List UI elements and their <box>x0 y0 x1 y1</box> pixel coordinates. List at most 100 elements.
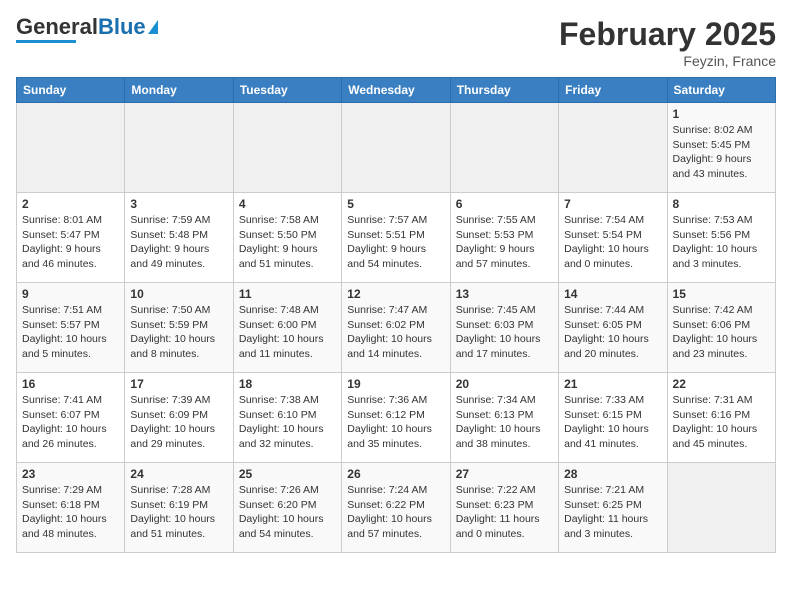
day-number: 13 <box>456 287 553 301</box>
day-number: 20 <box>456 377 553 391</box>
day-number: 26 <box>347 467 444 481</box>
day-info: Sunrise: 7:38 AM Sunset: 6:10 PM Dayligh… <box>239 393 336 452</box>
day-info: Sunrise: 7:44 AM Sunset: 6:05 PM Dayligh… <box>564 303 661 362</box>
calendar-cell: 15 Sunrise: 7:42 AM Sunset: 6:06 PM Dayli… <box>667 283 775 373</box>
month-title: February 2025 <box>559 16 776 53</box>
day-info: Sunrise: 8:01 AM Sunset: 5:47 PM Dayligh… <box>22 213 119 272</box>
day-info: Sunrise: 7:51 AM Sunset: 5:57 PM Dayligh… <box>22 303 119 362</box>
day-info: Sunrise: 7:28 AM Sunset: 6:19 PM Dayligh… <box>130 483 227 542</box>
calendar-cell: 11 Sunrise: 7:48 AM Sunset: 6:00 PM Dayli… <box>233 283 341 373</box>
calendar-week-row: 9 Sunrise: 7:51 AM Sunset: 5:57 PM Daylig… <box>17 283 776 373</box>
calendar-cell: 18Sunrise: 7:38 AM Sunset: 6:10 PM Dayli… <box>233 373 341 463</box>
calendar-table: SundayMondayTuesdayWednesdayThursdayFrid… <box>16 77 776 553</box>
day-info: Sunrise: 7:39 AM Sunset: 6:09 PM Dayligh… <box>130 393 227 452</box>
calendar-cell: 7 Sunrise: 7:54 AM Sunset: 5:54 PM Daylig… <box>559 193 667 283</box>
calendar-week-row: 1 Sunrise: 8:02 AM Sunset: 5:45 PM Daylig… <box>17 103 776 193</box>
calendar-day-header: Thursday <box>450 78 558 103</box>
calendar-cell: 10Sunrise: 7:50 AM Sunset: 5:59 PM Dayli… <box>125 283 233 373</box>
calendar-cell: 21Sunrise: 7:33 AM Sunset: 6:15 PM Dayli… <box>559 373 667 463</box>
logo-general-text: General <box>16 14 98 39</box>
calendar-cell: 9 Sunrise: 7:51 AM Sunset: 5:57 PM Daylig… <box>17 283 125 373</box>
calendar-day-header: Friday <box>559 78 667 103</box>
calendar-cell: 26 Sunrise: 7:24 AM Sunset: 6:22 PM Dayli… <box>342 463 450 553</box>
day-number: 28 <box>564 467 661 481</box>
day-number: 4 <box>239 197 336 211</box>
day-number: 9 <box>22 287 119 301</box>
calendar-day-header: Wednesday <box>342 78 450 103</box>
day-info: Sunrise: 7:34 AM Sunset: 6:13 PM Dayligh… <box>456 393 553 452</box>
calendar-day-header: Tuesday <box>233 78 341 103</box>
day-info: Sunrise: 8:02 AM Sunset: 5:45 PM Dayligh… <box>673 123 770 182</box>
day-number: 19 <box>347 377 444 391</box>
day-info: Sunrise: 7:58 AM Sunset: 5:50 PM Dayligh… <box>239 213 336 272</box>
logo-blue-text: Blue <box>98 14 146 39</box>
calendar-cell <box>450 103 558 193</box>
day-number: 22 <box>673 377 770 391</box>
day-number: 1 <box>673 107 770 121</box>
day-info: Sunrise: 7:48 AM Sunset: 6:00 PM Dayligh… <box>239 303 336 362</box>
day-info: Sunrise: 7:41 AM Sunset: 6:07 PM Dayligh… <box>22 393 119 452</box>
calendar-cell: 2 Sunrise: 8:01 AM Sunset: 5:47 PM Daylig… <box>17 193 125 283</box>
day-number: 23 <box>22 467 119 481</box>
day-info: Sunrise: 7:45 AM Sunset: 6:03 PM Dayligh… <box>456 303 553 362</box>
calendar-cell: 8Sunrise: 7:53 AM Sunset: 5:56 PM Daylig… <box>667 193 775 283</box>
calendar-cell: 3Sunrise: 7:59 AM Sunset: 5:48 PM Daylig… <box>125 193 233 283</box>
location-label: Feyzin, France <box>559 53 776 69</box>
calendar-cell <box>125 103 233 193</box>
calendar-cell <box>667 463 775 553</box>
calendar-cell: 27 Sunrise: 7:22 AM Sunset: 6:23 PM Dayli… <box>450 463 558 553</box>
calendar-header-row: SundayMondayTuesdayWednesdayThursdayFrid… <box>17 78 776 103</box>
day-number: 11 <box>239 287 336 301</box>
day-info: Sunrise: 7:29 AM Sunset: 6:18 PM Dayligh… <box>22 483 119 542</box>
calendar-cell: 28 Sunrise: 7:21 AM Sunset: 6:25 PM Dayli… <box>559 463 667 553</box>
calendar-day-header: Saturday <box>667 78 775 103</box>
page-header: GeneralBlue February 2025 Feyzin, France <box>16 16 776 69</box>
day-number: 5 <box>347 197 444 211</box>
day-info: Sunrise: 7:50 AM Sunset: 5:59 PM Dayligh… <box>130 303 227 362</box>
day-info: Sunrise: 7:26 AM Sunset: 6:20 PM Dayligh… <box>239 483 336 542</box>
day-info: Sunrise: 7:31 AM Sunset: 6:16 PM Dayligh… <box>673 393 770 452</box>
logo: GeneralBlue <box>16 16 158 43</box>
day-number: 2 <box>22 197 119 211</box>
calendar-cell <box>559 103 667 193</box>
day-number: 6 <box>456 197 553 211</box>
calendar-cell: 5 Sunrise: 7:57 AM Sunset: 5:51 PM Daylig… <box>342 193 450 283</box>
day-number: 14 <box>564 287 661 301</box>
logo-underline <box>16 40 76 43</box>
day-info: Sunrise: 7:21 AM Sunset: 6:25 PM Dayligh… <box>564 483 661 542</box>
day-info: Sunrise: 7:36 AM Sunset: 6:12 PM Dayligh… <box>347 393 444 452</box>
logo-triangle-icon <box>148 20 158 34</box>
calendar-cell: 13 Sunrise: 7:45 AM Sunset: 6:03 PM Dayli… <box>450 283 558 373</box>
calendar-cell: 1 Sunrise: 8:02 AM Sunset: 5:45 PM Daylig… <box>667 103 775 193</box>
calendar-cell: 12Sunrise: 7:47 AM Sunset: 6:02 PM Dayli… <box>342 283 450 373</box>
day-info: Sunrise: 7:54 AM Sunset: 5:54 PM Dayligh… <box>564 213 661 272</box>
calendar-cell: 14 Sunrise: 7:44 AM Sunset: 6:05 PM Dayli… <box>559 283 667 373</box>
day-number: 15 <box>673 287 770 301</box>
calendar-cell: 6 Sunrise: 7:55 AM Sunset: 5:53 PM Daylig… <box>450 193 558 283</box>
title-block: February 2025 Feyzin, France <box>559 16 776 69</box>
calendar-day-header: Monday <box>125 78 233 103</box>
day-info: Sunrise: 7:55 AM Sunset: 5:53 PM Dayligh… <box>456 213 553 272</box>
day-info: Sunrise: 7:57 AM Sunset: 5:51 PM Dayligh… <box>347 213 444 272</box>
calendar-day-header: Sunday <box>17 78 125 103</box>
day-info: Sunrise: 7:42 AM Sunset: 6:06 PM Dayligh… <box>673 303 770 362</box>
calendar-week-row: 2 Sunrise: 8:01 AM Sunset: 5:47 PM Daylig… <box>17 193 776 283</box>
day-number: 7 <box>564 197 661 211</box>
day-number: 17 <box>130 377 227 391</box>
calendar-cell: 19 Sunrise: 7:36 AM Sunset: 6:12 PM Dayli… <box>342 373 450 463</box>
day-info: Sunrise: 7:22 AM Sunset: 6:23 PM Dayligh… <box>456 483 553 542</box>
calendar-cell <box>17 103 125 193</box>
calendar-cell: 17 Sunrise: 7:39 AM Sunset: 6:09 PM Dayli… <box>125 373 233 463</box>
day-number: 16 <box>22 377 119 391</box>
calendar-cell: 25 Sunrise: 7:26 AM Sunset: 6:20 PM Dayli… <box>233 463 341 553</box>
day-number: 27 <box>456 467 553 481</box>
day-number: 25 <box>239 467 336 481</box>
calendar-cell: 16 Sunrise: 7:41 AM Sunset: 6:07 PM Dayli… <box>17 373 125 463</box>
day-number: 24 <box>130 467 227 481</box>
calendar-week-row: 23 Sunrise: 7:29 AM Sunset: 6:18 PM Dayli… <box>17 463 776 553</box>
calendar-week-row: 16 Sunrise: 7:41 AM Sunset: 6:07 PM Dayli… <box>17 373 776 463</box>
day-info: Sunrise: 7:24 AM Sunset: 6:22 PM Dayligh… <box>347 483 444 542</box>
day-info: Sunrise: 7:59 AM Sunset: 5:48 PM Dayligh… <box>130 213 227 272</box>
calendar-cell: 4 Sunrise: 7:58 AM Sunset: 5:50 PM Daylig… <box>233 193 341 283</box>
calendar-cell <box>233 103 341 193</box>
